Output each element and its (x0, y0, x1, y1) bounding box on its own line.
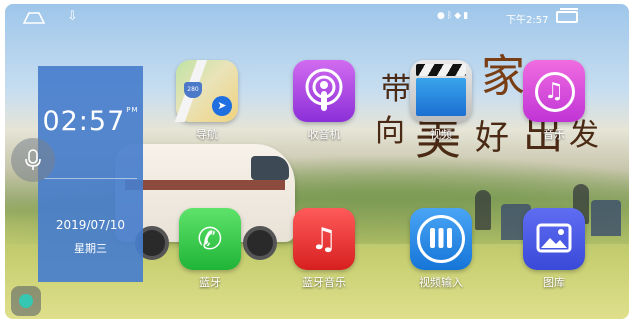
calligraphy-char: 好 (475, 118, 509, 158)
app-av-input[interactable]: 视频输入 (408, 208, 474, 290)
home-icon[interactable] (23, 10, 45, 24)
status-clock: 下午2:57 (506, 15, 549, 26)
recent-apps-icon[interactable] (556, 8, 578, 23)
calligraphy-char: 家 (481, 51, 525, 102)
app-video[interactable]: 视频 (408, 60, 474, 142)
widget-time: 02:57PM (42, 106, 139, 137)
wallpaper-person (475, 190, 491, 230)
wallpaper-wheel (243, 226, 277, 260)
clock-widget[interactable]: 02:57PM 2019/07/10 星期三 (38, 66, 143, 282)
bluetooth-music-icon: ♫ (293, 208, 355, 270)
calligraphy-char: 带 (381, 72, 411, 107)
wifi-icon: ◆ (454, 11, 464, 21)
maps-icon: 280 ➤ (176, 60, 238, 122)
home-screen: 带 家 向 美 好 出 发 ⇩ ●ᛒ◆▮ 下午2:57 02:57PM 2019… (5, 4, 629, 319)
assist-dot-icon (19, 294, 33, 308)
app-label: 蓝牙音乐 (302, 276, 346, 289)
radio-podcast-icon (293, 60, 355, 122)
app-label: 视频输入 (419, 276, 463, 289)
app-bluetooth-music[interactable]: ♫ 蓝牙音乐 (291, 208, 357, 290)
microphone-icon (25, 149, 41, 170)
system-indicators: ●ᛒ◆▮ (437, 11, 470, 21)
cellular-icon: ▮ (463, 11, 471, 21)
voice-assistant-button[interactable] (11, 138, 55, 182)
widget-divider (44, 178, 137, 179)
usb-icon: ⇩ (67, 9, 78, 24)
app-gallery[interactable]: 图库 (521, 208, 587, 290)
phone-icon: ✆ (179, 208, 241, 270)
app-music[interactable]: ♫ 音乐 (521, 60, 587, 142)
app-radio[interactable]: 收音机 (291, 60, 357, 142)
gallery-icon (523, 208, 585, 270)
app-label: 收音机 (307, 128, 341, 141)
app-bluetooth-phone[interactable]: ✆ 蓝牙 (177, 208, 243, 290)
app-label: 视频 (430, 128, 452, 141)
app-label: 导航 (196, 128, 218, 141)
av-input-icon (410, 208, 472, 270)
widget-ampm: PM (126, 106, 139, 114)
widget-weekday: 星期三 (74, 242, 107, 255)
video-clapper-icon (410, 60, 472, 122)
app-label: 音乐 (543, 128, 565, 141)
calligraphy-char: 向 (375, 114, 405, 149)
page-indicator[interactable] (305, 310, 334, 316)
floating-assist-button[interactable] (11, 286, 41, 316)
app-label: 蓝牙 (199, 276, 221, 289)
app-label: 图库 (543, 276, 565, 289)
status-bar: ⇩ ●ᛒ◆▮ 下午2:57 (5, 4, 629, 30)
location-icon: ● (437, 11, 447, 21)
music-note-icon: ♫ (523, 60, 585, 122)
widget-date: 2019/07/10 (55, 218, 126, 232)
app-navigation[interactable]: 280 ➤ 导航 (174, 60, 240, 142)
wallpaper-chair (591, 200, 621, 236)
